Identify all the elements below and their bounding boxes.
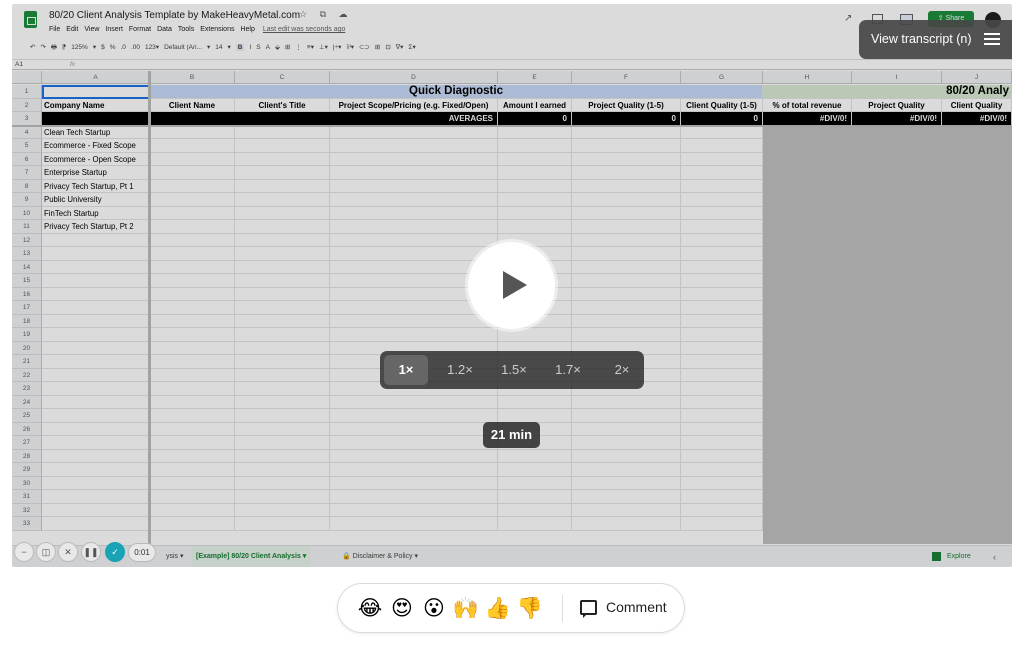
speed-option[interactable]: 1.7× [546, 355, 590, 385]
check-icon[interactable]: ✓ [105, 542, 125, 562]
emoji-thumbs-up[interactable]: 👍 [484, 594, 512, 622]
speed-option[interactable]: 1× [384, 355, 428, 385]
comment-icon [580, 600, 597, 618]
emoji-surprised[interactable]: 😮 [420, 594, 448, 622]
transcript-label: View transcript (n) [871, 32, 972, 46]
pause-icon[interactable]: ❚❚ [81, 542, 101, 562]
video-stage[interactable]: 80/20 Client Analysis Template by MakeHe… [12, 4, 1012, 567]
reaction-bar: 😂 😍 😮 🙌 👍 👎 Comment [337, 583, 685, 633]
player-overlay[interactable]: View transcript (n) 1× 1.2× 1.5× 1.7× 2× 21 … [12, 4, 1012, 567]
elapsed-time: 0:01 [128, 543, 156, 562]
speed-option[interactable]: 1.5× [492, 355, 536, 385]
emoji-laugh[interactable]: 😂 [356, 594, 384, 622]
comment-button[interactable]: Comment [606, 599, 667, 615]
minus-icon[interactable]: − [14, 542, 34, 562]
emoji-raised-hands[interactable]: 🙌 [452, 594, 480, 622]
view-transcript-button[interactable]: View transcript (n) [859, 20, 1012, 59]
emoji-heart-eyes[interactable]: 😍 [388, 594, 416, 622]
emoji-thumbs-down[interactable]: 👎 [516, 594, 544, 622]
speed-option[interactable]: 2× [600, 355, 644, 385]
duration-badge: 21 min [483, 422, 540, 448]
play-button[interactable] [468, 242, 555, 329]
divider [562, 595, 563, 622]
speed-option[interactable]: 1.2× [438, 355, 482, 385]
speed-selector: 1× 1.2× 1.5× 1.7× 2× [380, 351, 644, 389]
menu-icon [984, 33, 1000, 45]
camera-icon[interactable]: ◫ [36, 542, 56, 562]
close-icon[interactable]: ✕ [58, 542, 78, 562]
